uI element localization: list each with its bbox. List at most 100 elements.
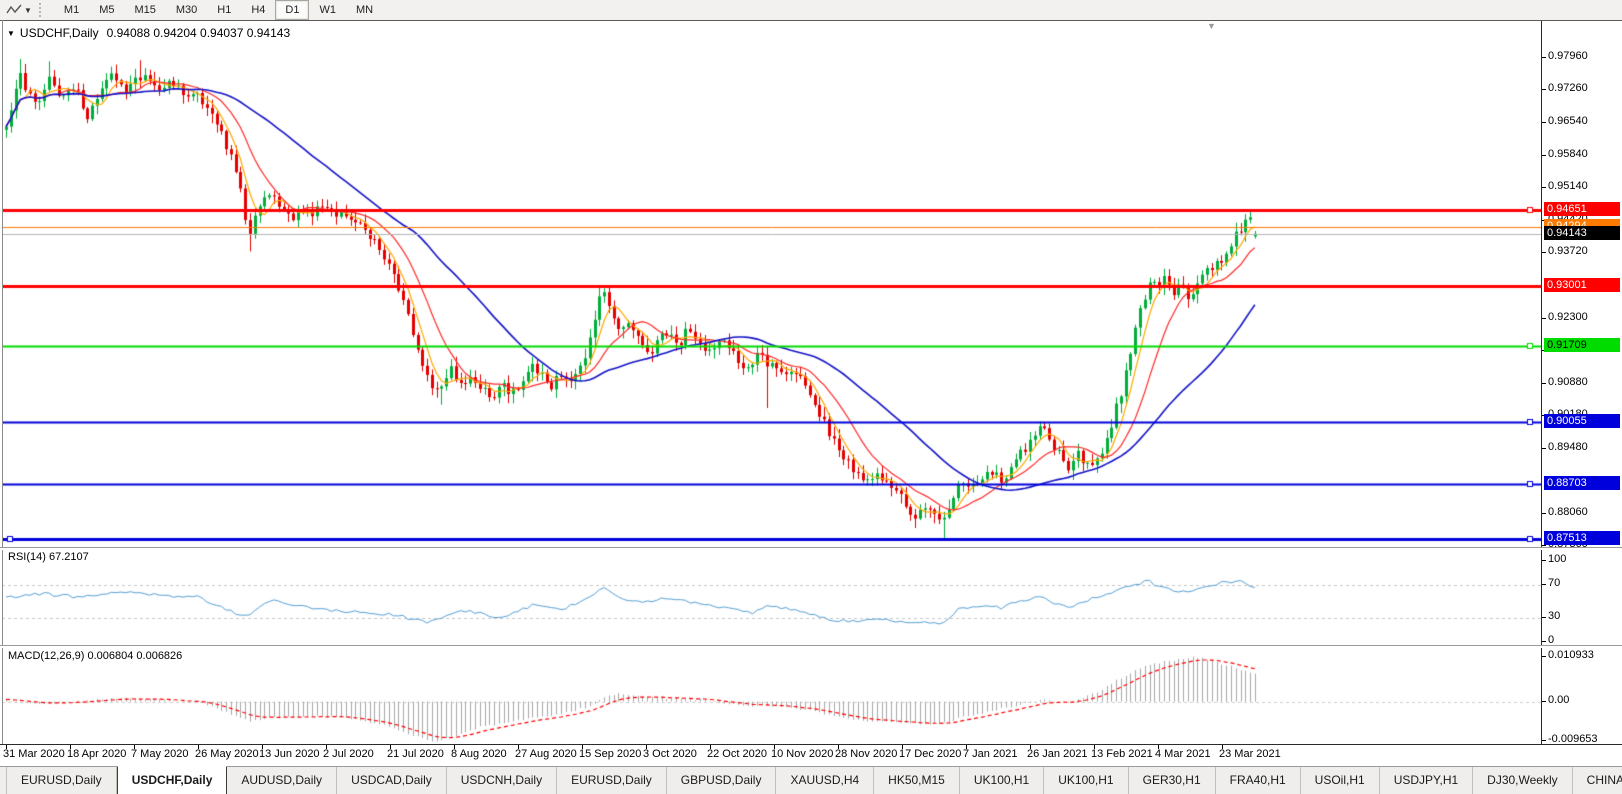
chart-tab-dj30-weekly[interactable]: DJ30,Weekly xyxy=(1473,767,1572,794)
date-label: 7 May 2020 xyxy=(131,748,188,760)
current-price-label: 0.94143 xyxy=(1544,226,1620,240)
chart-tab-uk100-h1[interactable]: UK100,H1 xyxy=(1044,767,1128,794)
date-label: 18 Apr 2020 xyxy=(67,748,126,760)
chart-ohlc-values: 0.94088 0.94204 0.94037 0.94143 xyxy=(107,26,291,40)
macd-indicator-canvas[interactable] xyxy=(2,648,1541,745)
chart-area xyxy=(0,20,1622,767)
price-tick-label: 0.97260 xyxy=(1548,82,1588,94)
price-tick-mark xyxy=(1542,383,1546,384)
chart-tabs: EURUSD,DailyUSDCHF,DailyAUDUSD,DailyUSDC… xyxy=(0,767,1622,794)
price-tick-mark xyxy=(1542,545,1546,546)
price-tick-mark xyxy=(1542,89,1546,90)
timeframe-button-d1[interactable]: D1 xyxy=(275,0,309,20)
chart-symbol-label: USDCHF,Daily xyxy=(20,26,99,40)
trading-platform-window: ▼ M1M5M15M30H1H4D1W1MN ▼ USDCHF,Daily 0.94… xyxy=(0,0,1622,794)
timeframe-button-m15[interactable]: M15 xyxy=(124,0,165,20)
candlestick-chart-canvas[interactable] xyxy=(2,22,1541,548)
chart-tab-audusd-daily[interactable]: AUDUSD,Daily xyxy=(227,767,337,794)
chart-tab-usdchf-daily[interactable]: USDCHF,Daily xyxy=(117,766,228,794)
rsi-tick-mark xyxy=(1542,641,1546,642)
date-label: 17 Dec 2020 xyxy=(899,748,961,760)
date-label: 23 Mar 2021 xyxy=(1219,748,1281,760)
rsi-tick-label: 70 xyxy=(1548,577,1560,589)
chart-tab-ger30-h1[interactable]: GER30,H1 xyxy=(1129,767,1216,794)
chart-tab-usdcnh-daily[interactable]: USDCNH,Daily xyxy=(447,767,557,794)
hline-price-label: 0.88703 xyxy=(1544,476,1620,490)
chart-tab-eurusd-daily[interactable]: EURUSD,Daily xyxy=(6,767,117,794)
price-tick-mark xyxy=(1542,57,1546,58)
price-tick-label: 0.93720 xyxy=(1548,245,1588,257)
rsi-tick-label: 30 xyxy=(1548,610,1560,622)
price-tick-label: 0.95140 xyxy=(1548,180,1588,192)
rsi-panel-splitter[interactable] xyxy=(0,547,1622,550)
date-label: 22 Oct 2020 xyxy=(707,748,767,760)
rsi-tick-mark xyxy=(1542,584,1546,585)
timeframe-button-h1[interactable]: H1 xyxy=(207,0,241,20)
rsi-tick-mark xyxy=(1542,560,1546,561)
price-tick-label: 0.89480 xyxy=(1548,441,1588,453)
timeframe-button-h4[interactable]: H4 xyxy=(241,0,275,20)
rsi-tick-mark xyxy=(1542,617,1546,618)
price-tick-mark xyxy=(1542,513,1546,514)
date-label: 13 Feb 2021 xyxy=(1091,748,1153,760)
macd-panel-splitter[interactable] xyxy=(0,645,1622,648)
chart-tab-gbpusd-daily[interactable]: GBPUSD,Daily xyxy=(667,767,777,794)
timeframe-button-m30[interactable]: M30 xyxy=(166,0,207,20)
toolbar-grip[interactable] xyxy=(39,3,46,17)
macd-tick-label: 0.010933 xyxy=(1548,649,1594,661)
macd-tick-label: -0.009653 xyxy=(1548,733,1598,745)
macd-label: MACD(12,26,9) 0.006804 0.006826 xyxy=(8,650,182,662)
zigzag-line-icon[interactable] xyxy=(4,2,24,18)
date-label: 31 Mar 2020 xyxy=(3,748,65,760)
price-tick-mark xyxy=(1542,318,1546,319)
chart-tab-eurusd-daily[interactable]: EURUSD,Daily xyxy=(557,767,667,794)
timeframe-toolbar: ▼ M1M5M15M30H1H4D1W1MN xyxy=(0,0,1622,21)
price-tick-mark xyxy=(1542,187,1546,188)
chart-tab-china300-h1[interactable]: CHINA300,H1 xyxy=(1573,767,1622,794)
chart-tab-fra40-h1[interactable]: FRA40,H1 xyxy=(1216,767,1301,794)
chart-shift-marker-icon[interactable]: ▼ xyxy=(1207,21,1216,31)
date-label: 26 Jan 2021 xyxy=(1027,748,1088,760)
hline-price-label: 0.87513 xyxy=(1544,531,1620,545)
macd-tick-mark xyxy=(1542,701,1546,702)
chart-tab-usdcad-daily[interactable]: USDCAD,Daily xyxy=(337,767,447,794)
macd-tick-mark xyxy=(1542,656,1546,657)
chart-tab-usoil-h1[interactable]: USOil,H1 xyxy=(1301,767,1380,794)
timeframe-buttons: M1M5M15M30H1H4D1W1MN xyxy=(54,0,383,20)
price-tick-mark xyxy=(1542,122,1546,123)
chart-tab-usdjpy-h1[interactable]: USDJPY,H1 xyxy=(1380,767,1473,794)
date-label: 28 Nov 2020 xyxy=(835,748,897,760)
date-label: 10 Nov 2020 xyxy=(771,748,833,760)
chart-tab-xauusd-h4[interactable]: XAUUSD,H4 xyxy=(776,767,874,794)
rsi-tick-label: 0 xyxy=(1548,634,1554,646)
toolbar-dropdown-caret-icon[interactable]: ▼ xyxy=(24,6,32,15)
timeframe-button-m1[interactable]: M1 xyxy=(54,0,89,20)
timeframe-button-w1[interactable]: W1 xyxy=(309,0,346,20)
timeframe-button-m5[interactable]: M5 xyxy=(89,0,124,20)
date-label: 3 Oct 2020 xyxy=(643,748,697,760)
chart-collapse-icon[interactable]: ▼ xyxy=(7,29,15,38)
date-label: 15 Sep 2020 xyxy=(579,748,641,760)
date-label: 13 Jun 2020 xyxy=(259,748,320,760)
price-tick-label: 0.95840 xyxy=(1548,148,1588,160)
chart-tab-uk100-h1[interactable]: UK100,H1 xyxy=(960,767,1044,794)
price-tick-label: 0.88060 xyxy=(1548,506,1588,518)
date-label: 4 Mar 2021 xyxy=(1155,748,1211,760)
macd-tick-mark xyxy=(1542,740,1546,741)
chart-tab-hk50-m15[interactable]: HK50,M15 xyxy=(874,767,960,794)
date-label: 21 Jul 2020 xyxy=(387,748,444,760)
hline-price-label: 0.93001 xyxy=(1544,278,1620,292)
chart-left-border xyxy=(2,20,3,744)
hline-price-label: 0.91709 xyxy=(1544,338,1620,352)
date-axis-border xyxy=(0,744,1622,745)
date-label: 7 Jan 2021 xyxy=(963,748,1017,760)
date-label: 26 May 2020 xyxy=(195,748,259,760)
timeframe-button-mn[interactable]: MN xyxy=(346,0,383,20)
price-tick-label: 0.97960 xyxy=(1548,50,1588,62)
chart-tab-bar: EURUSD,DailyUSDCHF,DailyAUDUSD,DailyUSDC… xyxy=(0,766,1622,794)
price-tick-mark xyxy=(1542,155,1546,156)
rsi-indicator-canvas[interactable] xyxy=(2,550,1541,646)
rsi-label: RSI(14) 67.2107 xyxy=(8,551,89,563)
price-tick-label: 0.92300 xyxy=(1548,311,1588,323)
macd-tick-label: 0.00 xyxy=(1548,694,1569,706)
